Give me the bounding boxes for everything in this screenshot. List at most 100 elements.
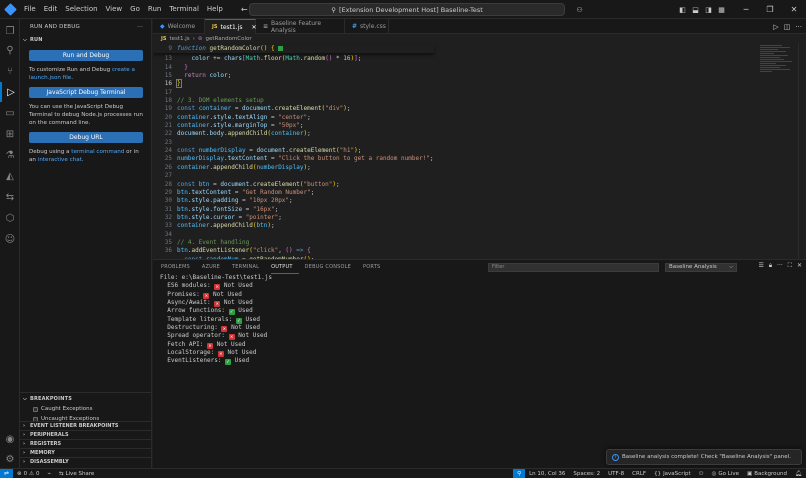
tab-output[interactable]: OUTPUT [271,260,299,274]
registers-header[interactable]: › REGISTERS [20,439,152,448]
run-file-icon[interactable]: ▷ [773,23,778,31]
js-debug-terminal-button[interactable]: JavaScript Debug Terminal [29,87,143,98]
more-editor-actions-icon[interactable]: ··· [795,23,802,31]
testing-icon[interactable]: ⚗ [0,145,20,165]
interactive-chat-link[interactable]: interactive chat [38,157,82,163]
containers-icon[interactable]: ⬡ [0,208,20,228]
end-of-line[interactable]: CRLF [628,469,650,478]
close-window-icon[interactable]: ✕ [782,0,806,19]
live-share-label: Live Share [65,470,95,477]
run-and-debug-button[interactable]: Run and Debug [29,50,143,61]
copilot-icon[interactable]: ⚇ [573,0,586,19]
go-live-status[interactable]: ◎ Go Live [708,469,743,478]
remote-indicator-icon[interactable]: ⇌ [0,468,13,478]
indentation[interactable]: Spaces: 2 [569,469,604,478]
run-section-header[interactable]: ⌵ RUN [20,34,151,45]
line-number: 28 [164,180,172,188]
copilot-status-icon[interactable]: ⚇ [695,469,708,478]
notification-toast[interactable]: i Baseline analysis complete! Check "Bas… [606,449,802,465]
sticky-scroll-line[interactable]: 9 function getRandomColor() { [153,45,434,54]
list-filter-icon[interactable]: ☰ [758,262,763,270]
azure-icon[interactable]: ◭ [0,166,20,186]
ports-status[interactable]: ⌁ [44,469,55,478]
manage-gear-icon[interactable]: ⚙ [0,449,20,469]
output-filter-input[interactable]: Filter [488,263,659,272]
debug-using-post: . [81,157,84,163]
code-editor[interactable]: 9 function getRandomColor() { 13 color +… [153,43,806,259]
debug-url-button[interactable]: Debug URL [29,132,143,143]
language-mode[interactable]: {} JavaScript [650,469,695,478]
tab-style-css[interactable]: # style.css [345,19,389,34]
feature-name: ES6 modules: [167,282,211,290]
explorer-icon[interactable]: ❐ [0,21,20,41]
live-share-status[interactable]: ⇆ Live Share [55,469,98,478]
line-number: 21 [164,122,172,130]
command-center[interactable]: ⚲ [Extension Development Host] Baseline-… [249,3,565,16]
menu-run[interactable]: Run [144,0,165,19]
output-content[interactable]: File: e:\Baseline-Test\test1.js ES6 modu… [160,274,272,366]
minimize-icon[interactable]: ─ [734,0,758,19]
tab-test1-js[interactable]: JS test1.js ✕ [205,19,257,34]
toggle-panel-icon[interactable]: ⬓ [689,0,702,19]
code-line: 13 color += chars[Math.floor(Math.random… [153,55,434,63]
caught-exceptions-checkbox[interactable] [33,406,38,412]
tab-azure[interactable]: AZURE [202,260,226,274]
tab-problems[interactable]: PROBLEMS [161,260,196,274]
panel-actions: ☰ 🔒︎ ··· ⛶ ✕ [758,262,802,270]
breadcrumb-symbol[interactable]: getRandomColor [206,36,252,42]
peripherals-header[interactable]: › PERIPHERALS [20,430,152,439]
more-actions-icon[interactable]: ··· [137,24,143,30]
close-panel-icon[interactable]: ✕ [797,262,802,270]
maximize-panel-icon[interactable]: ⛶ [788,262,792,270]
sidebar-header: RUN AND DEBUG ··· [20,19,151,34]
search-status-icon[interactable]: ⚲ [513,469,526,478]
restore-icon[interactable]: ❐ [758,0,782,19]
customize-layout-icon[interactable]: ▦ [715,0,728,19]
breakpoints-header[interactable]: ⌵ BREAKPOINTS [20,393,152,404]
menu-selection[interactable]: Selection [61,0,101,19]
back-arrow-icon[interactable]: ← [241,5,248,14]
extensions-icon[interactable]: ⊞ [0,124,20,144]
menu-file[interactable]: File [20,0,40,19]
terminal-command-link[interactable]: terminal command [71,149,124,155]
live-share-icon[interactable]: ⇆ [0,187,20,207]
encoding[interactable]: UTF-8 [604,469,628,478]
code-line: 31 btn.style.fontSize = "16px"; [153,206,434,214]
menu-edit[interactable]: Edit [40,0,62,19]
tab-terminal[interactable]: TERMINAL [232,260,265,274]
tab-welcome[interactable]: ◆ Welcome [153,19,205,34]
editor-scrollbar[interactable] [798,43,806,259]
event-listener-breakpoints-header[interactable]: › EVENT LISTENER BREAKPOINTS [20,421,152,430]
menu-go[interactable]: Go [126,0,144,19]
menu-view[interactable]: View [102,0,127,19]
caught-exceptions-item[interactable]: Caught Exceptions [20,404,152,414]
tab-ports[interactable]: PORTS [363,260,386,274]
run-debug-icon[interactable]: ▷ [0,82,20,102]
tab-baseline-feature-analysis[interactable]: ≡ Baseline Feature Analysis [256,19,345,34]
toggle-secondary-sidebar-icon[interactable]: ◨ [702,0,715,19]
cursor-position[interactable]: Ln 10, Col 36 [525,469,569,478]
lock-icon[interactable]: 🔒︎ [769,262,772,270]
problems-status[interactable]: ⊗ 0 ⚠ 0 [13,469,44,478]
tab-debug-console[interactable]: DEBUG CONSOLE [305,260,357,274]
more-panel-actions-icon[interactable]: ··· [777,262,783,270]
background-status[interactable]: ▣ Background [743,469,791,478]
notifications-bell-icon[interactable]: 🔔︎ [791,469,806,478]
source-control-icon[interactable]: ⑂ [0,61,20,81]
minimap[interactable] [760,45,796,85]
toggle-primary-sidebar-icon[interactable]: ◧ [676,0,689,19]
search-view-icon[interactable]: ⚲ [0,40,20,60]
output-channel-value: Baseline Analysis [669,264,717,270]
disassembly-header[interactable]: › DISASSEMBLY [20,457,152,466]
copilot-chat-icon[interactable]: ☺ [0,229,20,249]
memory-header[interactable]: › MEMORY [20,448,152,457]
image-icon: ▣ [747,471,753,477]
account-icon[interactable]: ◉ [0,429,20,449]
remote-explorer-icon[interactable]: ▭ [0,103,20,123]
menu-help[interactable]: Help [203,0,227,19]
breadcrumb-file[interactable]: test1.js [169,36,189,42]
menu-terminal[interactable]: Terminal [165,0,203,19]
feature-name: Async/Await: [167,299,211,307]
output-channel-select[interactable]: Baseline Analysis ⌵ [665,263,737,272]
split-editor-icon[interactable]: ◫ [784,23,791,31]
